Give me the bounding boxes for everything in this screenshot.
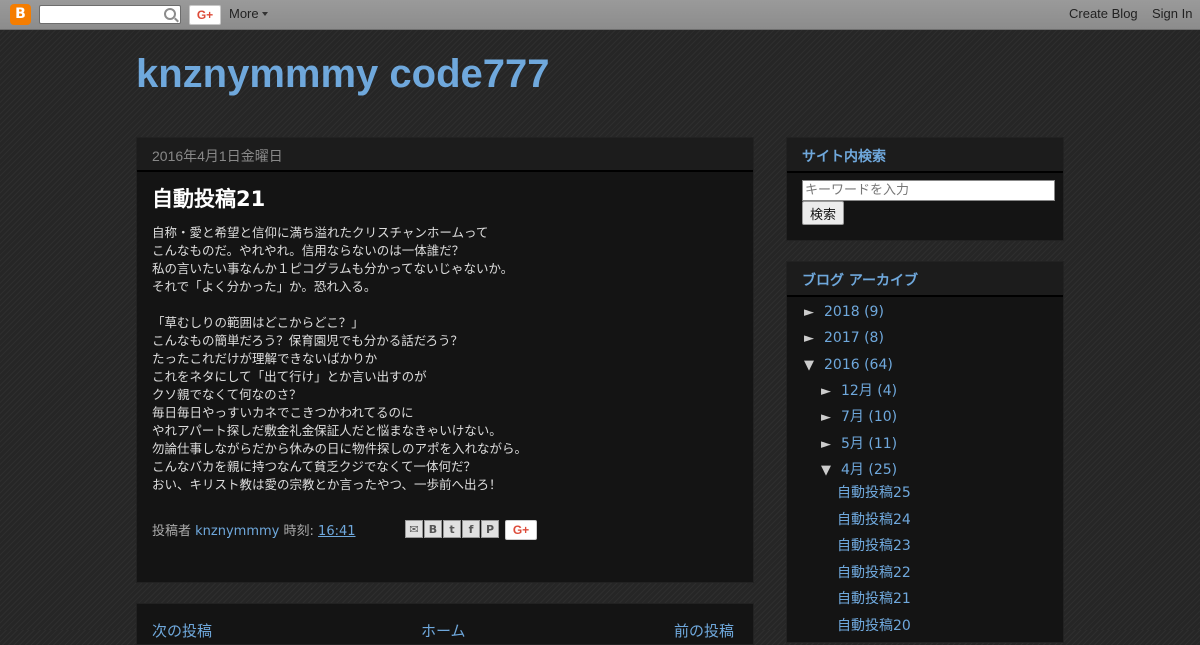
- posted-by-label: 投稿者: [152, 524, 192, 539]
- archive-widget: ブログ アーカイブ ► 2018 (9) ► 2017 (8) ▼ 2016 (64)…: [786, 261, 1064, 643]
- post-body-line: 自称・愛と希望と信仰に満ち溢れたクリスチャンホームって: [152, 225, 489, 240]
- google-plus-share-button[interactable]: G+: [505, 520, 537, 540]
- expand-arrow-icon[interactable]: ►: [804, 305, 824, 320]
- post-body-line: たったこれだけが理解できないばかりか: [152, 351, 378, 366]
- more-menu-button[interactable]: More: [229, 6, 268, 21]
- blog-pager: 次の投稿 ホーム 前の投稿: [136, 603, 754, 645]
- blogthis-icon[interactable]: B: [424, 520, 442, 538]
- expand-arrow-icon[interactable]: ►: [821, 437, 841, 452]
- author-link[interactable]: knznymmmy: [195, 524, 279, 539]
- post-body-line: こんなものだ。やれやれ。信用ならないのは一体誰だ？: [152, 243, 465, 258]
- archive-year-label[interactable]: 2016 (64): [824, 357, 893, 373]
- expand-arrow-icon[interactable]: ►: [821, 384, 841, 399]
- archive-post-link[interactable]: 自動投稿24: [837, 509, 911, 529]
- collapse-arrow-icon[interactable]: ▼: [804, 358, 824, 373]
- archive-month-label[interactable]: 5月 (11): [841, 436, 897, 452]
- sign-in-link[interactable]: Sign In: [1152, 6, 1192, 21]
- archive-year-2018[interactable]: ► 2018 (9): [804, 304, 884, 320]
- post-date: 2016年4月1日金曜日: [152, 148, 283, 164]
- archive-post-link[interactable]: 自動投稿22: [837, 562, 911, 582]
- pinterest-icon[interactable]: P: [481, 520, 499, 538]
- archive-post-link[interactable]: 自動投稿20: [837, 615, 911, 635]
- newer-post-link[interactable]: 次の投稿: [152, 620, 212, 641]
- archive-year-2016[interactable]: ▼ 2016 (64): [804, 357, 893, 373]
- archive-year-label[interactable]: 2018 (9): [824, 304, 884, 320]
- archive-widget-title: ブログ アーカイブ: [802, 273, 919, 289]
- twitter-icon[interactable]: t: [443, 520, 461, 538]
- post-container: 2016年4月1日金曜日 自動投稿21 自称・愛と希望と信仰に満ち溢れたクリスチ…: [136, 137, 754, 583]
- archive-month-4[interactable]: ▼ 4月 (25): [821, 459, 897, 479]
- search-button[interactable]: 検索: [802, 201, 844, 225]
- create-blog-link[interactable]: Create Blog: [1069, 6, 1138, 21]
- archive-widget-header: ブログ アーカイブ: [787, 262, 1063, 297]
- time-label: 時刻:: [283, 524, 314, 539]
- chevron-down-icon: [261, 12, 268, 16]
- archive-month-7[interactable]: ► 7月 (10): [821, 406, 897, 426]
- post-body: 自称・愛と希望と信仰に満ち溢れたクリスチャンホームって こんなものだ。やれやれ。…: [152, 224, 712, 494]
- post-body-line: これをネタにして「出て行け」とか言い出すのが: [152, 369, 427, 384]
- post-body-line: 私の言いたい事なんか１ピコグラムも分かってないじゃないか。: [152, 261, 514, 276]
- home-link[interactable]: ホーム: [421, 620, 466, 641]
- google-plus-button[interactable]: G+: [189, 5, 221, 25]
- archive-year-2017[interactable]: ► 2017 (8): [804, 330, 884, 346]
- post-footer: 投稿者 knznymmmy 時刻: 16:41: [152, 520, 356, 539]
- archive-month-label[interactable]: 12月 (4): [841, 383, 897, 399]
- post-body-line: 勿論仕事しながらだから休みの日に物件探しのアポを入れながら。: [152, 441, 528, 456]
- post-body-line: 毎日毎日やっすいカネでこきつかわれてるのに: [152, 405, 414, 420]
- expand-arrow-icon[interactable]: ►: [804, 331, 824, 346]
- post-body-line: クソ親でなくて何なのさ？: [152, 387, 302, 402]
- email-icon[interactable]: ✉: [405, 520, 423, 538]
- archive-month-label[interactable]: 4月 (25): [841, 462, 897, 478]
- search-widget: サイト内検索 検索: [786, 137, 1064, 241]
- archive-post-link[interactable]: 自動投稿21: [837, 588, 911, 608]
- search-widget-title: サイト内検索: [802, 149, 886, 165]
- search-icon[interactable]: [164, 8, 176, 20]
- archive-month-5[interactable]: ► 5月 (11): [821, 433, 897, 453]
- archive-month-12[interactable]: ► 12月 (4): [821, 380, 897, 400]
- post-title: 自動投稿21: [152, 187, 266, 211]
- search-widget-header: サイト内検索: [787, 138, 1063, 173]
- blogger-navbar: B G+ More Create Blog Sign In: [0, 0, 1200, 30]
- post-body-line: 「草むしりの範囲はどこからどこ？」: [152, 315, 364, 330]
- more-label: More: [229, 6, 259, 21]
- archive-year-label[interactable]: 2017 (8): [824, 330, 884, 346]
- post-body-line: それで「よく分かった」か。恐れ入る。: [152, 279, 377, 294]
- collapse-arrow-icon[interactable]: ▼: [821, 463, 841, 478]
- post-body-line: こんなバカを親に持つなんて貧乏クジでなくて一体何だ？: [152, 459, 477, 474]
- search-input[interactable]: [802, 180, 1055, 201]
- post-body-line: おい、キリスト教は愛の宗教とか言ったやつ、一歩前へ出ろ！: [152, 477, 502, 492]
- blog-title[interactable]: knznymmmy code777: [136, 52, 550, 97]
- facebook-icon[interactable]: f: [462, 520, 480, 538]
- archive-month-label[interactable]: 7月 (10): [841, 409, 897, 425]
- archive-post-link[interactable]: 自動投稿25: [837, 482, 911, 502]
- older-post-link[interactable]: 前の投稿: [674, 620, 734, 641]
- navbar-search-input[interactable]: [39, 5, 181, 24]
- date-header: 2016年4月1日金曜日: [137, 138, 753, 172]
- expand-arrow-icon[interactable]: ►: [821, 410, 841, 425]
- post-body-line: こんなもの簡単だろう？保育園児でも分かる話だろう？: [152, 333, 464, 348]
- post-body-line: やれアパート探しだ敷金礼金保証人だと悩まなきゃいけない。: [152, 423, 502, 438]
- archive-post-link[interactable]: 自動投稿23: [837, 535, 911, 555]
- post-time-link[interactable]: 16:41: [318, 524, 355, 539]
- post-body-line: [152, 296, 712, 314]
- blogger-logo-icon[interactable]: B: [10, 4, 31, 25]
